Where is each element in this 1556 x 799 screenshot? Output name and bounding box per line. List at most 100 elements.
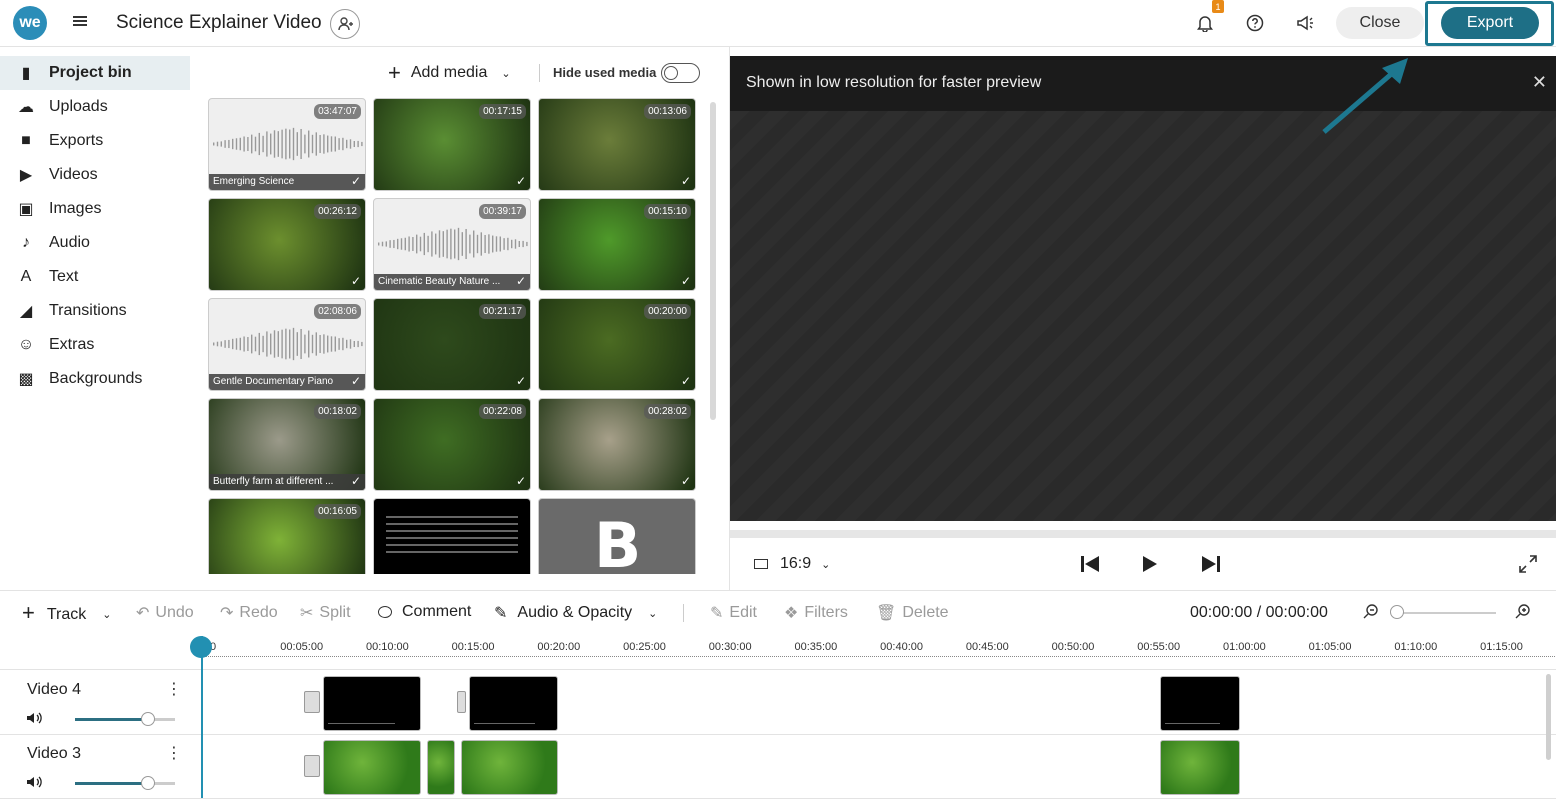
timeline-clip[interactable] xyxy=(323,676,421,731)
add-media-button[interactable]: + Add media ⌄ xyxy=(388,60,511,85)
edit-button[interactable]: ✎ Edit xyxy=(710,603,757,623)
media-thumbnail[interactable]: 00:28:02 ✓ xyxy=(538,398,696,491)
announcement-icon[interactable] xyxy=(1294,12,1316,34)
aspect-ratio-label: 16:9 xyxy=(780,555,812,572)
media-caption: Emerging Science xyxy=(209,174,365,190)
sidebar-item-images[interactable]: ▣ Images xyxy=(0,192,190,226)
zoom-out-icon[interactable] xyxy=(1363,603,1379,624)
sidebar-item-uploads[interactable]: ☁ Uploads xyxy=(0,90,190,124)
clip-drag-handle[interactable] xyxy=(457,691,466,713)
timeline-clip[interactable] xyxy=(1160,740,1240,795)
ruler-tick-label: 00:50:00 xyxy=(1051,641,1095,653)
sidebar-item-backgrounds[interactable]: ▩ Backgrounds xyxy=(0,362,190,396)
sidebar-item-transitions[interactable]: ◢ Transitions xyxy=(0,294,190,328)
media-thumbnail[interactable]: 00:13:06 ✓ xyxy=(538,98,696,191)
sidebar-item-project-bin[interactable]: ▮ Project bin xyxy=(0,56,190,90)
playhead-handle[interactable] xyxy=(190,636,212,658)
zoom-in-icon[interactable] xyxy=(1515,603,1531,624)
preview-progress[interactable] xyxy=(730,530,1556,538)
share-user-icon[interactable] xyxy=(330,9,360,39)
timeline-ruler[interactable]: 0000:05:0000:10:0000:15:0000:20:0000:25:… xyxy=(0,634,1556,670)
undo-button[interactable]: ↶ Undo xyxy=(136,603,194,623)
preview-canvas[interactable] xyxy=(730,111,1556,521)
aspect-icon xyxy=(754,559,768,569)
scissors-icon: ✂ xyxy=(300,605,314,622)
audio-thumbnail[interactable]: 02:08:06 Gentle Documentary Piano ✓ xyxy=(208,298,366,391)
volume-icon[interactable] xyxy=(26,711,42,725)
sidebar-item-audio[interactable]: ♪ Audio xyxy=(0,226,190,260)
check-icon: ✓ xyxy=(515,174,526,188)
chevron-down-icon: ⌄ xyxy=(648,607,658,620)
media-thumbnail[interactable] xyxy=(373,498,531,574)
ruler-tick-label: 01:15:00 xyxy=(1480,641,1523,653)
timeline-clip[interactable] xyxy=(1160,676,1240,731)
more-vertical-icon[interactable]: ⋮ xyxy=(166,743,182,763)
audio-thumbnail[interactable]: 00:39:17 Cinematic Beauty Nature ... ✓ xyxy=(373,198,531,291)
sidebar-item-videos[interactable]: ▶ Videos xyxy=(0,158,190,192)
bell-icon[interactable] xyxy=(1194,12,1216,34)
ruler-tick-label: 00:25:00 xyxy=(623,641,666,653)
split-button[interactable]: ✂ Split xyxy=(300,603,351,623)
clip-drag-handle[interactable] xyxy=(304,755,320,777)
media-thumbnail[interactable]: 00:16:05 xyxy=(208,498,366,574)
more-vertical-icon[interactable]: ⋮ xyxy=(166,679,182,699)
timeline-track: Video 3 ⋮ xyxy=(0,735,1556,799)
help-icon[interactable] xyxy=(1244,12,1266,34)
duration-badge: 00:17:15 xyxy=(479,104,526,119)
audio-opacity-button[interactable]: ✎ Audio & Opacity ⌄ xyxy=(494,603,657,623)
ruler-baseline xyxy=(205,656,1555,657)
timeline-scrollbar[interactable] xyxy=(1546,674,1551,760)
media-thumbnail[interactable]: 00:15:10 ✓ xyxy=(538,198,696,291)
media-thumbnail[interactable]: 00:18:02 Butterfly farm at different ... ✓ xyxy=(208,398,366,491)
split-label: Split xyxy=(319,604,351,621)
filters-button[interactable]: ❖ Filters xyxy=(784,603,848,623)
redo-button[interactable]: ↷ Redo xyxy=(220,603,278,623)
media-thumbnail[interactable]: 00:20:00 ✓ xyxy=(538,298,696,391)
media-thumbnail[interactable]: 00:26:12 ✓ xyxy=(208,198,366,291)
menu-icon[interactable] xyxy=(73,14,87,28)
bin-icon: ▮ xyxy=(21,65,31,82)
media-scrollbar[interactable] xyxy=(710,102,716,420)
timeline-clip[interactable] xyxy=(469,676,558,731)
audio-thumbnail[interactable]: 03:47:07 Emerging Science ✓ xyxy=(208,98,366,191)
volume-icon[interactable] xyxy=(26,775,42,789)
notification-badge: 1 xyxy=(1212,0,1224,13)
media-thumbnail[interactable]: 00:21:17 ✓ xyxy=(373,298,531,391)
close-button[interactable]: Close xyxy=(1336,7,1424,39)
app-logo[interactable]: we xyxy=(13,6,47,40)
media-thumbnail[interactable]: 00:22:08 ✓ xyxy=(373,398,531,491)
sidebar-item-text[interactable]: A Text xyxy=(0,260,190,294)
logo-text: we xyxy=(19,14,41,31)
media-thumbnail[interactable]: 00:17:15 ✓ xyxy=(373,98,531,191)
play-icon[interactable] xyxy=(1138,552,1162,576)
delete-button[interactable]: 🗑 Delete xyxy=(876,603,949,623)
sidebar-item-extras[interactable]: ☺ Extras xyxy=(0,328,190,362)
comment-label: Comment xyxy=(402,603,472,620)
volume-knob[interactable] xyxy=(141,776,155,790)
volume-knob[interactable] xyxy=(141,712,155,726)
project-title[interactable]: Science Explainer Video xyxy=(116,12,322,34)
skip-back-icon[interactable] xyxy=(1078,552,1102,576)
add-track-button[interactable]: + Track ⌄ xyxy=(22,600,111,626)
media-thumbnail[interactable]: B xyxy=(538,498,696,574)
play-box-icon: ▶ xyxy=(19,167,33,184)
check-icon: ✓ xyxy=(680,474,691,488)
hide-used-toggle[interactable] xyxy=(661,63,700,83)
media-caption: Cinematic Beauty Nature ... xyxy=(374,274,530,290)
skip-forward-icon[interactable] xyxy=(1199,552,1223,576)
timeline-clip[interactable] xyxy=(323,740,421,795)
sidebar-item-exports[interactable]: ■ Exports xyxy=(0,124,190,158)
sidebar-item-label: Audio xyxy=(49,234,90,251)
playhead[interactable] xyxy=(201,636,203,798)
fullscreen-icon[interactable] xyxy=(1516,552,1540,576)
timeline-clip[interactable] xyxy=(461,740,558,795)
aspect-ratio-select[interactable]: 16:9 ⌄ xyxy=(754,555,830,573)
zoom-slider[interactable] xyxy=(1396,612,1496,614)
close-icon[interactable]: ✕ xyxy=(1532,72,1547,93)
clip-drag-handle[interactable] xyxy=(304,691,320,713)
plus-icon: + xyxy=(22,600,35,625)
timeline-clip[interactable] xyxy=(427,740,455,795)
export-button[interactable]: Export xyxy=(1441,7,1539,39)
zoom-slider-knob[interactable] xyxy=(1390,605,1404,619)
comment-button[interactable]: Comment xyxy=(378,603,471,621)
